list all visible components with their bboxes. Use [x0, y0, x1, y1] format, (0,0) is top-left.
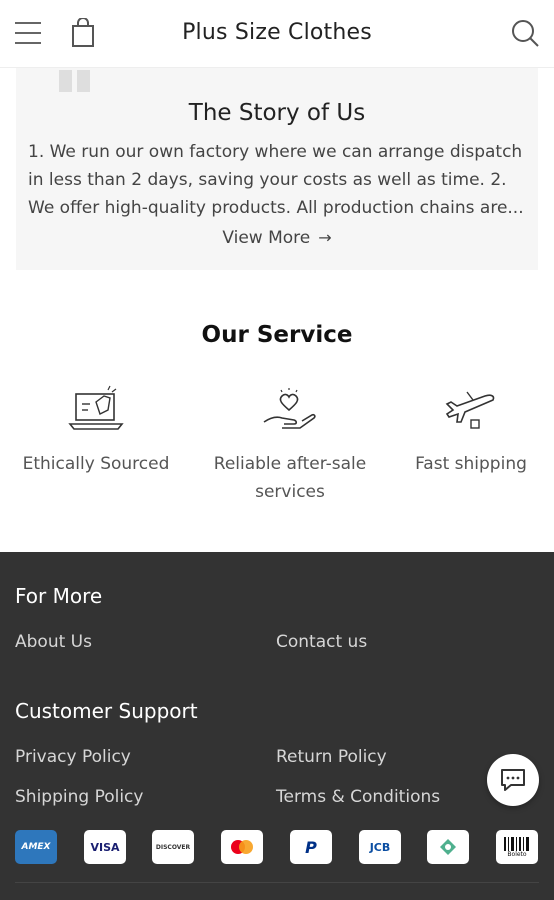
terms-conditions-link[interactable]: Terms & Conditions: [276, 787, 440, 807]
amex-icon: AMEX: [15, 830, 57, 864]
for-more-heading: For More: [15, 584, 103, 608]
view-more-link[interactable]: View More →: [16, 228, 538, 248]
service-label: Fast shipping: [415, 454, 527, 474]
header: Plus Size Clothes: [0, 0, 554, 68]
service-title: Our Service: [201, 322, 353, 348]
airplane-icon: [445, 391, 495, 429]
jcb-icon: JCB: [359, 830, 401, 864]
service-item-ethically-sourced: Ethically Sourced: [6, 384, 186, 478]
heart-hand-icon: [263, 388, 316, 429]
story-text: 1. We run our own factory where we can a…: [28, 142, 524, 218]
visa-icon: VISA: [84, 830, 126, 864]
service-item-after-sale: Reliable after-sale services: [200, 384, 380, 506]
mastercard-icon: [221, 830, 263, 864]
arrow-right-icon: →: [318, 228, 332, 247]
service-label: Reliable after-sale services: [213, 454, 367, 502]
footer: For More About Us Contact us Customer Su…: [0, 552, 554, 900]
laptop-tag-icon: [68, 385, 124, 430]
store-title[interactable]: Plus Size Clothes: [0, 20, 554, 45]
quote-icon: [56, 68, 96, 102]
chat-button[interactable]: [487, 754, 539, 806]
about-us-link[interactable]: About Us: [15, 632, 92, 652]
shipping-policy-link[interactable]: Shipping Policy: [15, 787, 143, 807]
story-section: The Story of Us 1. We run our own factor…: [16, 68, 538, 270]
story-title: The Story of Us: [188, 100, 366, 126]
discover-icon: DISCOVER: [152, 830, 194, 864]
customer-support-heading: Customer Support: [15, 699, 198, 723]
boleto-icon: Boleto: [496, 830, 538, 864]
service-label: Ethically Sourced: [22, 454, 170, 474]
view-more-label: View More: [222, 228, 311, 248]
footer-divider: [15, 882, 539, 883]
service-item-fast-shipping: Fast shipping: [381, 384, 554, 478]
search-icon[interactable]: [510, 18, 540, 48]
contact-us-link[interactable]: Contact us: [276, 632, 367, 652]
paypal-icon: P: [290, 830, 332, 864]
return-policy-link[interactable]: Return Policy: [276, 747, 387, 767]
chat-icon: [501, 769, 525, 791]
privacy-policy-link[interactable]: Privacy Policy: [15, 747, 131, 767]
afterpay-icon: [427, 830, 469, 864]
